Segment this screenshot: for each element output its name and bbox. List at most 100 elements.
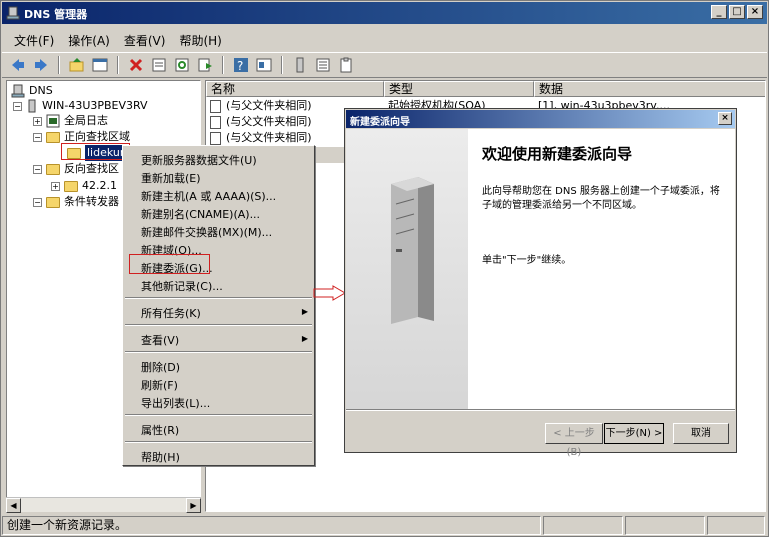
submenu-arrow-icon: ▶ [301, 334, 308, 343]
status-pane [625, 516, 706, 535]
context-menu: 更新服务器数据文件(U) 重新加载(E) 新建主机(A 或 AAAA)(S)..… [122, 145, 315, 466]
menu-view[interactable]: 查看(V) [118, 28, 174, 50]
menu-item-properties[interactable]: 属性(R) [141, 422, 179, 438]
menu-item-export-list[interactable]: 导出列表(L)... [141, 395, 210, 411]
record-icon [210, 131, 221, 145]
tree-label: 反向查找区 [64, 162, 119, 175]
wizard-next-button[interactable]: 下一步(N) > [604, 423, 664, 444]
delete-icon[interactable] [126, 55, 146, 75]
toolbar-separator [281, 56, 283, 74]
clipboard-icon[interactable] [336, 55, 356, 75]
column-header-name[interactable]: 名称 [206, 81, 384, 97]
scroll-left-icon[interactable]: ◀ [6, 498, 21, 513]
dns-app-icon [6, 6, 20, 20]
toolbar: ? [2, 52, 767, 78]
tree-item-conditional[interactable]: − 条件转发器 [33, 194, 119, 210]
collapse-icon[interactable]: − [13, 101, 22, 111]
menu-separator [125, 414, 312, 416]
folder-icon [46, 196, 60, 208]
wizard-instruction: 单击"下一步"继续。 [482, 255, 572, 266]
console-icon[interactable] [254, 55, 274, 75]
menu-help[interactable]: 帮助(H) [173, 28, 229, 50]
menu-separator [125, 324, 312, 326]
wizard-cancel-button[interactable]: 取消 [673, 423, 729, 444]
wizard-title-bar[interactable]: 新建委派向导 × [346, 110, 735, 128]
view-icon[interactable] [90, 55, 110, 75]
menu-item-refresh[interactable]: 刷新(F) [141, 377, 178, 393]
column-header-data[interactable]: 数据 [534, 81, 765, 97]
record-icon [210, 99, 221, 113]
server-icon[interactable] [290, 55, 310, 75]
window-title: DNS 管理器 [24, 8, 88, 21]
forward-icon[interactable] [31, 55, 51, 75]
wizard-close-button[interactable]: × [718, 112, 732, 125]
back-icon[interactable] [8, 55, 28, 75]
menu-item-view[interactable]: 查看(V) [141, 332, 179, 348]
title-bar[interactable]: DNS 管理器 _ □ × [2, 2, 767, 24]
tree-horizontal-scrollbar[interactable]: ◀ ▶ [6, 497, 201, 513]
tree-label: 条件转发器 [64, 195, 119, 208]
close-button[interactable]: × [747, 5, 763, 19]
expand-icon[interactable]: + [33, 116, 42, 126]
tree-label: WIN-43U3PBEV3RV [42, 99, 148, 112]
menu-item-reload[interactable]: 重新加载(E) [141, 170, 201, 186]
expand-icon[interactable]: + [51, 181, 60, 191]
menu-bar: 文件(F) 操作(A) 查看(V) 帮助(H) [2, 28, 767, 50]
minimize-button[interactable]: _ [711, 5, 727, 19]
zone-icon [64, 180, 78, 192]
wizard-heading: 欢迎使用新建委派向导 [482, 145, 633, 163]
status-pane [543, 516, 624, 535]
folder-icon [46, 131, 60, 143]
folder-icon [46, 163, 60, 175]
menu-item-new-host[interactable]: 新建主机(A 或 AAAA)(S)... [141, 188, 276, 204]
maximize-button[interactable]: □ [729, 5, 745, 19]
record-icon [210, 115, 221, 129]
scroll-right-icon[interactable]: ▶ [186, 498, 201, 513]
server-tower-icon [391, 177, 434, 324]
toolbar-separator [222, 56, 224, 74]
new-delegation-wizard: 新建委派向导 × 欢迎使用新建委派向导 此向导帮助您在 DNS 服务器上创建一个… [344, 108, 737, 458]
status-pane [707, 516, 765, 535]
menu-item-all-tasks[interactable]: 所有任务(K) [141, 305, 201, 321]
list-icon[interactable] [313, 55, 333, 75]
refresh-icon[interactable] [172, 55, 192, 75]
tree-item-reverse-child[interactable]: + 42.2.1 [51, 178, 117, 194]
wizard-body: 欢迎使用新建委派向导 此向导帮助您在 DNS 服务器上创建一个子域委派，将子域的… [468, 129, 735, 409]
column-header-type[interactable]: 类型 [384, 81, 534, 97]
menu-item-new-mx[interactable]: 新建邮件交换器(MX)(M)... [141, 224, 272, 240]
highlight-box-new-delegation [129, 254, 210, 274]
dns-icon [11, 84, 25, 98]
up-icon[interactable] [67, 55, 87, 75]
tree-item-server[interactable]: − WIN-43U3PBEV3RV [13, 98, 148, 114]
wizard-back-button[interactable]: < 上一步(B) [545, 423, 603, 458]
help-icon[interactable]: ? [231, 55, 251, 75]
menu-separator [125, 297, 312, 299]
menu-item-new-alias[interactable]: 新建别名(CNAME)(A)... [141, 206, 260, 222]
collapse-icon[interactable]: − [33, 132, 42, 142]
tree-item-reverse-zone[interactable]: − 反向查找区 [33, 161, 119, 177]
export-icon[interactable] [195, 55, 215, 75]
svg-text:?: ? [237, 59, 243, 73]
tree-item-global-log[interactable]: + 全局日志 [33, 113, 108, 129]
menu-item-delete[interactable]: 删除(D) [141, 359, 180, 375]
collapse-icon[interactable]: − [33, 197, 42, 207]
wizard-button-separator [346, 409, 735, 411]
highlight-box-zone [61, 143, 130, 160]
menu-item-other-records[interactable]: 其他新记录(C)... [141, 278, 223, 294]
wizard-description: 此向导帮助您在 DNS 服务器上创建一个子域委派，将子域的管理委派给另一个不同区… [482, 186, 720, 211]
tree-item-dns[interactable]: DNS [11, 83, 53, 99]
pointer-arrow-icon [313, 285, 346, 301]
menu-action[interactable]: 操作(A) [62, 28, 118, 50]
collapse-icon[interactable]: − [33, 164, 42, 174]
properties-icon[interactable] [149, 55, 169, 75]
wizard-side-panel [346, 129, 468, 409]
tree-label: 全局日志 [64, 114, 108, 127]
menu-file[interactable]: 文件(F) [8, 28, 62, 50]
wizard-title: 新建委派向导 [350, 117, 410, 128]
menu-item-update-data-file[interactable]: 更新服务器数据文件(U) [141, 152, 257, 168]
log-icon [46, 114, 60, 128]
status-bar: 创建一个新资源记录。 [2, 515, 767, 536]
menu-item-help[interactable]: 帮助(H) [141, 449, 180, 465]
submenu-arrow-icon: ▶ [301, 307, 308, 316]
toolbar-separator [117, 56, 119, 74]
